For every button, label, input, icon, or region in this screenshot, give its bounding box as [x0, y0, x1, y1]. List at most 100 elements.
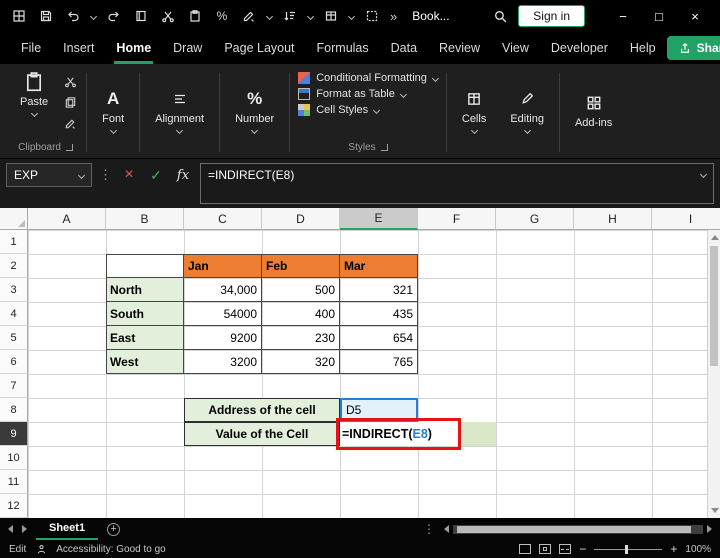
cells-button[interactable]: Cells — [455, 68, 493, 156]
borders-icon[interactable] — [363, 7, 381, 25]
cell-C4[interactable]: 54000 — [184, 302, 262, 326]
row-header-10[interactable]: 10 — [0, 446, 28, 470]
cell-E5[interactable]: 654 — [340, 326, 418, 350]
more-commands-icon[interactable]: » — [390, 9, 397, 24]
cell-C9[interactable]: Value of the Cell — [184, 422, 340, 446]
menu-tab-insert[interactable]: Insert — [52, 32, 105, 64]
scroll-left-icon[interactable] — [444, 525, 449, 533]
row-header-6[interactable]: 6 — [0, 350, 28, 374]
tabbar-splitter[interactable]: ⋮ — [423, 522, 435, 536]
menu-tab-home[interactable]: Home — [105, 32, 162, 64]
menu-tab-developer[interactable]: Developer — [540, 32, 619, 64]
undo-icon[interactable] — [64, 7, 82, 25]
sort-icon[interactable] — [281, 7, 299, 25]
paint-chevron-icon[interactable] — [266, 12, 273, 19]
cell-D2[interactable]: Feb — [262, 254, 340, 278]
cell-B3[interactable]: North — [106, 278, 184, 302]
maximize-button[interactable]: □ — [644, 3, 674, 29]
column-header-A[interactable]: A — [28, 208, 106, 230]
row-header-3[interactable]: 3 — [0, 278, 28, 302]
column-header-D[interactable]: D — [262, 208, 340, 230]
zoom-in-icon[interactable]: + — [670, 542, 677, 556]
name-box[interactable]: EXP — [6, 163, 92, 187]
zoom-slider-thumb[interactable] — [625, 545, 628, 554]
scroll-up-icon[interactable] — [711, 235, 719, 240]
menu-tab-help[interactable]: Help — [619, 32, 667, 64]
column-header-E[interactable]: E — [340, 208, 418, 230]
row-header-9[interactable]: 9 — [0, 422, 28, 446]
cell-B2[interactable] — [106, 254, 184, 278]
styles-item-format-as-table[interactable]: Format as Table — [298, 88, 438, 100]
sheet-tab-sheet1[interactable]: Sheet1 — [36, 518, 98, 540]
normal-view-icon[interactable] — [519, 544, 531, 554]
insert-function-icon[interactable]: fx — [173, 163, 193, 187]
share-button[interactable]: Share — [667, 36, 720, 60]
scroll-right-icon[interactable] — [707, 525, 712, 533]
row-header-1[interactable]: 1 — [0, 230, 28, 254]
cell-D4[interactable]: 400 — [262, 302, 340, 326]
font-button[interactable]: A Font — [95, 68, 131, 156]
page-layout-view-icon[interactable] — [539, 544, 551, 554]
cell-E4[interactable]: 435 — [340, 302, 418, 326]
cell-C5[interactable]: 9200 — [184, 326, 262, 350]
sort-chevron-icon[interactable] — [307, 12, 314, 19]
menu-tab-draw[interactable]: Draw — [162, 32, 213, 64]
horizontal-scroll-track[interactable] — [453, 525, 703, 534]
column-header-H[interactable]: H — [574, 208, 652, 230]
cell-C3[interactable]: 34,000 — [184, 278, 262, 302]
row-header-12[interactable]: 12 — [0, 494, 28, 518]
app-icon[interactable] — [10, 7, 28, 25]
scroll-down-icon[interactable] — [711, 508, 719, 513]
column-header-I[interactable]: I — [652, 208, 720, 230]
column-header-F[interactable]: F — [418, 208, 496, 230]
styles-item-cell-styles[interactable]: Cell Styles — [298, 104, 438, 116]
table-chevron-icon[interactable] — [348, 12, 355, 19]
horizontal-scroll-thumb[interactable] — [457, 526, 691, 533]
menu-tab-page-layout[interactable]: Page Layout — [213, 32, 305, 64]
cut-icon[interactable] — [159, 7, 177, 25]
vertical-scroll-thumb[interactable] — [710, 246, 718, 366]
accessibility-status[interactable]: Accessibility: Good to go — [56, 544, 166, 555]
book-icon[interactable] — [132, 7, 150, 25]
menu-tab-formulas[interactable]: Formulas — [306, 32, 380, 64]
paint-format-icon[interactable] — [240, 7, 258, 25]
select-all-corner[interactable] — [0, 208, 28, 230]
cancel-icon[interactable]: × — [119, 163, 139, 187]
addins-button[interactable]: Add-ins — [568, 68, 619, 156]
clipboard-dialog-launcher-icon[interactable] — [66, 144, 73, 151]
formula-bar-expand-icon[interactable] — [700, 171, 707, 178]
menu-tab-view[interactable]: View — [491, 32, 540, 64]
row-header-11[interactable]: 11 — [0, 470, 28, 494]
cell-E9-formula[interactable]: =INDIRECT(E8) — [340, 422, 459, 446]
cell-C2[interactable]: Jan — [184, 254, 262, 278]
cell-C8[interactable]: Address of the cell — [184, 398, 340, 422]
clipboard-icon[interactable] — [186, 7, 204, 25]
row-header-8[interactable]: 8 — [0, 398, 28, 422]
number-button[interactable]: % Number — [228, 68, 281, 156]
menu-tab-file[interactable]: File — [10, 32, 52, 64]
cell-B6[interactable]: West — [106, 350, 184, 374]
sign-in-button[interactable]: Sign in — [518, 5, 585, 27]
zoom-slider[interactable] — [594, 549, 662, 550]
cell-E2[interactable]: Mar — [340, 254, 418, 278]
page-break-view-icon[interactable] — [559, 544, 571, 554]
cell-D3[interactable]: 500 — [262, 278, 340, 302]
prev-sheet-icon[interactable] — [8, 525, 13, 533]
cell-D6[interactable]: 320 — [262, 350, 340, 374]
cell-E3[interactable]: 321 — [340, 278, 418, 302]
copy-icon[interactable] — [62, 95, 78, 109]
zoom-level[interactable]: 100% — [685, 544, 711, 555]
cut-icon[interactable] — [62, 74, 78, 88]
editing-button[interactable]: Editing — [503, 68, 551, 156]
column-header-G[interactable]: G — [496, 208, 574, 230]
formula-bar-splitter[interactable]: ⋮ — [99, 163, 112, 187]
table-icon[interactable] — [322, 7, 340, 25]
menu-tab-data[interactable]: Data — [380, 32, 428, 64]
save-icon[interactable] — [37, 7, 55, 25]
styles-item-conditional-formatting[interactable]: Conditional Formatting — [298, 72, 438, 84]
row-header-5[interactable]: 5 — [0, 326, 28, 350]
alignment-button[interactable]: Alignment — [148, 68, 211, 156]
new-sheet-icon[interactable]: + — [107, 523, 120, 536]
minimize-button[interactable]: − — [608, 3, 638, 29]
undo-chevron-icon[interactable] — [90, 12, 97, 19]
